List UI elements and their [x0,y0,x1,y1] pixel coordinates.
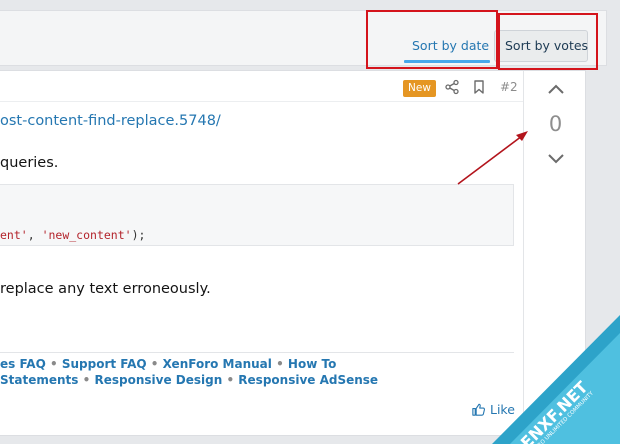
sig-link-responsive-design[interactable]: Responsive Design [94,373,222,387]
post-signature: es FAQ • Support FAQ • XenForo Manual • … [0,352,514,387]
sort-by-date-label: Sort by date [412,38,490,53]
sig-link-responsive-adsense[interactable]: Responsive AdSense [238,373,378,387]
sort-by-date-tab[interactable]: Sort by date [402,31,492,63]
signature-line-2: Statements • Responsive Design • Respons… [0,373,378,387]
sig-link-statements[interactable]: Statements [0,373,78,387]
resource-link[interactable]: ost-content-find-replace.5748/ [0,113,221,129]
enxf-watermark-logo: ENXF.NET XENFORO UNLIMITED COMMUNITY [492,315,620,444]
code-line: ent', 'new_content'); [0,223,513,247]
bookmark-icon[interactable] [471,79,487,95]
new-badge: New [403,80,436,97]
sort-by-votes-label: Sort by votes [505,38,589,53]
sig-link-es-faq[interactable]: es FAQ [0,357,46,371]
vote-count: 0 [548,112,563,136]
post-header: New #2 [0,71,523,102]
post-number-link[interactable]: #2 [500,80,518,94]
post-text-line-2: replace any text erroneously. [0,281,211,297]
thumbs-up-icon [472,403,486,416]
sig-separator: • [226,373,235,387]
sort-by-votes-tab[interactable]: Sort by votes [494,30,588,62]
code-separator: , [27,228,42,242]
sig-separator: • [150,357,159,371]
sig-separator: • [49,357,58,371]
sig-link-support-faq[interactable]: Support FAQ [62,357,147,371]
sig-link-how-to[interactable]: How To [288,357,336,371]
active-tab-indicator [404,60,490,63]
code-block: ent', 'new_content'); [0,184,514,246]
downvote-chevron-icon[interactable] [546,151,566,167]
code-tail: ); [131,228,146,242]
share-icon[interactable] [444,79,460,95]
signature-line-1: es FAQ • Support FAQ • XenForo Manual • … [0,357,336,371]
code-string-1: ent' [0,228,28,242]
sig-link-xenforo-manual[interactable]: XenForo Manual [163,357,272,371]
sig-separator: • [276,357,284,371]
sig-separator: • [82,373,91,387]
thread-sort-bar: Sort by date Sort by votes [0,10,607,66]
upvote-chevron-icon[interactable] [546,81,566,97]
code-string-2: 'new_content' [41,228,132,242]
post-text-line-1: queries. [0,155,59,171]
